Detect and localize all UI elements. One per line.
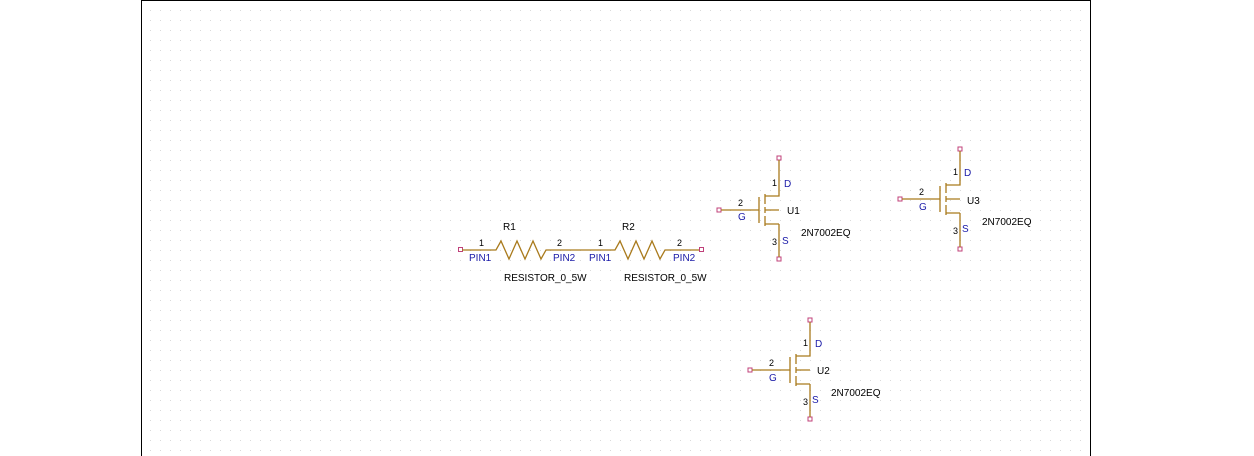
u1-gate-number: 2: [738, 198, 743, 208]
r1-value: RESISTOR_0_5W: [504, 273, 587, 284]
u2-drain-number: 1: [803, 338, 808, 348]
r2-reference: R2: [622, 222, 635, 233]
u3-drain-terminal[interactable]: [957, 146, 963, 152]
u2-drain-name: D: [815, 339, 822, 350]
u1-drain-terminal[interactable]: [776, 155, 782, 161]
r1-pin2-name: PIN2: [553, 253, 576, 264]
r1-pin1-terminal[interactable]: [458, 247, 463, 252]
u2-source-terminal[interactable]: [807, 416, 813, 422]
u3-gate-name: G: [919, 202, 927, 213]
u2-gate-terminal[interactable]: [747, 367, 753, 373]
u2-gate-number: 2: [769, 358, 774, 368]
r1-pin1-number: 1: [479, 238, 484, 248]
r2-pin2-terminal[interactable]: [699, 247, 704, 252]
u1-source-name: S: [782, 236, 789, 247]
u3-source-terminal[interactable]: [957, 246, 963, 252]
u3-source-name: S: [962, 224, 969, 235]
u2-source-number: 3: [803, 397, 808, 407]
u2-reference: U2: [817, 366, 830, 377]
u1-drain-number: 1: [772, 178, 777, 188]
u2-gate-name: G: [769, 373, 777, 384]
u3-drain-number: 1: [953, 167, 958, 177]
r2-pin1-name: PIN1: [589, 253, 612, 264]
u3-source-number: 3: [953, 226, 958, 236]
u3-gate-terminal[interactable]: [897, 196, 903, 202]
u3-value: 2N7002EQ: [982, 217, 1032, 228]
r1-reference: R1: [503, 222, 516, 233]
r1-pin1-name: PIN1: [469, 253, 492, 264]
u3-drain-name: D: [964, 168, 971, 179]
schematic-canvas[interactable]: R1 1 2 PIN1 PIN2 RESISTOR_0_5W R2 1 2 PI…: [0, 0, 1254, 456]
u2-value: 2N7002EQ: [831, 388, 881, 399]
u1-value: 2N7002EQ: [801, 228, 851, 239]
u1-source-number: 3: [772, 237, 777, 247]
r2-pin2-name: PIN2: [673, 253, 696, 264]
sheet-grid: [141, 0, 1091, 456]
u3-reference: U3: [967, 196, 980, 207]
u1-source-terminal[interactable]: [776, 256, 782, 262]
r2-value: RESISTOR_0_5W: [624, 273, 707, 284]
r2-pin1-number: 1: [598, 238, 603, 248]
u2-source-name: S: [812, 395, 819, 406]
u3-gate-number: 2: [919, 187, 924, 197]
u1-drain-name: D: [784, 179, 791, 190]
u1-reference: U1: [787, 206, 800, 217]
u1-gate-terminal[interactable]: [716, 207, 722, 213]
u2-drain-terminal[interactable]: [807, 317, 813, 323]
u1-gate-name: G: [738, 212, 746, 223]
r2-pin2-number: 2: [677, 238, 682, 248]
r1-pin2-number: 2: [557, 238, 562, 248]
